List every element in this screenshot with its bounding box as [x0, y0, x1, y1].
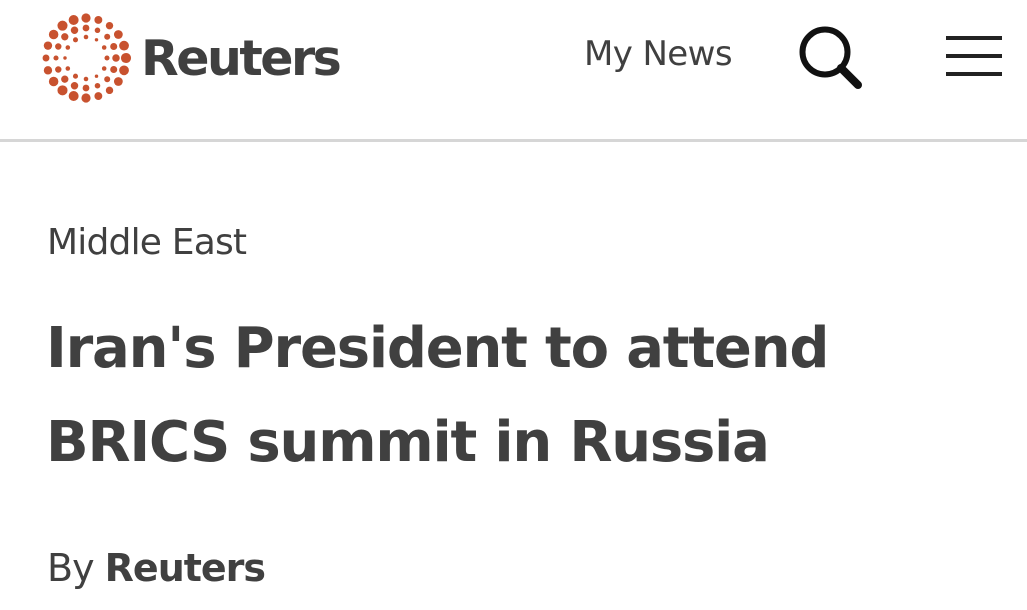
section-label[interactable]: Middle East [47, 222, 247, 263]
search-icon [799, 26, 862, 89]
byline-author[interactable]: Reuters [105, 546, 266, 590]
menu-button[interactable] [944, 36, 1004, 78]
article-headline: Iran's President to attend BRICS summit … [46, 316, 829, 475]
brand-name: Reuters [141, 30, 342, 87]
hamburger-menu-icon [946, 36, 1002, 76]
my-news-link[interactable]: My News [584, 34, 733, 74]
search-button[interactable] [796, 23, 866, 93]
reuters-logo-icon [42, 13, 132, 103]
byline-prefix: By [47, 546, 95, 590]
site-header: Reuters My News [0, 0, 1027, 142]
byline: By Reuters [47, 546, 266, 590]
reuters-logo-link[interactable]: Reuters [40, 12, 360, 104]
